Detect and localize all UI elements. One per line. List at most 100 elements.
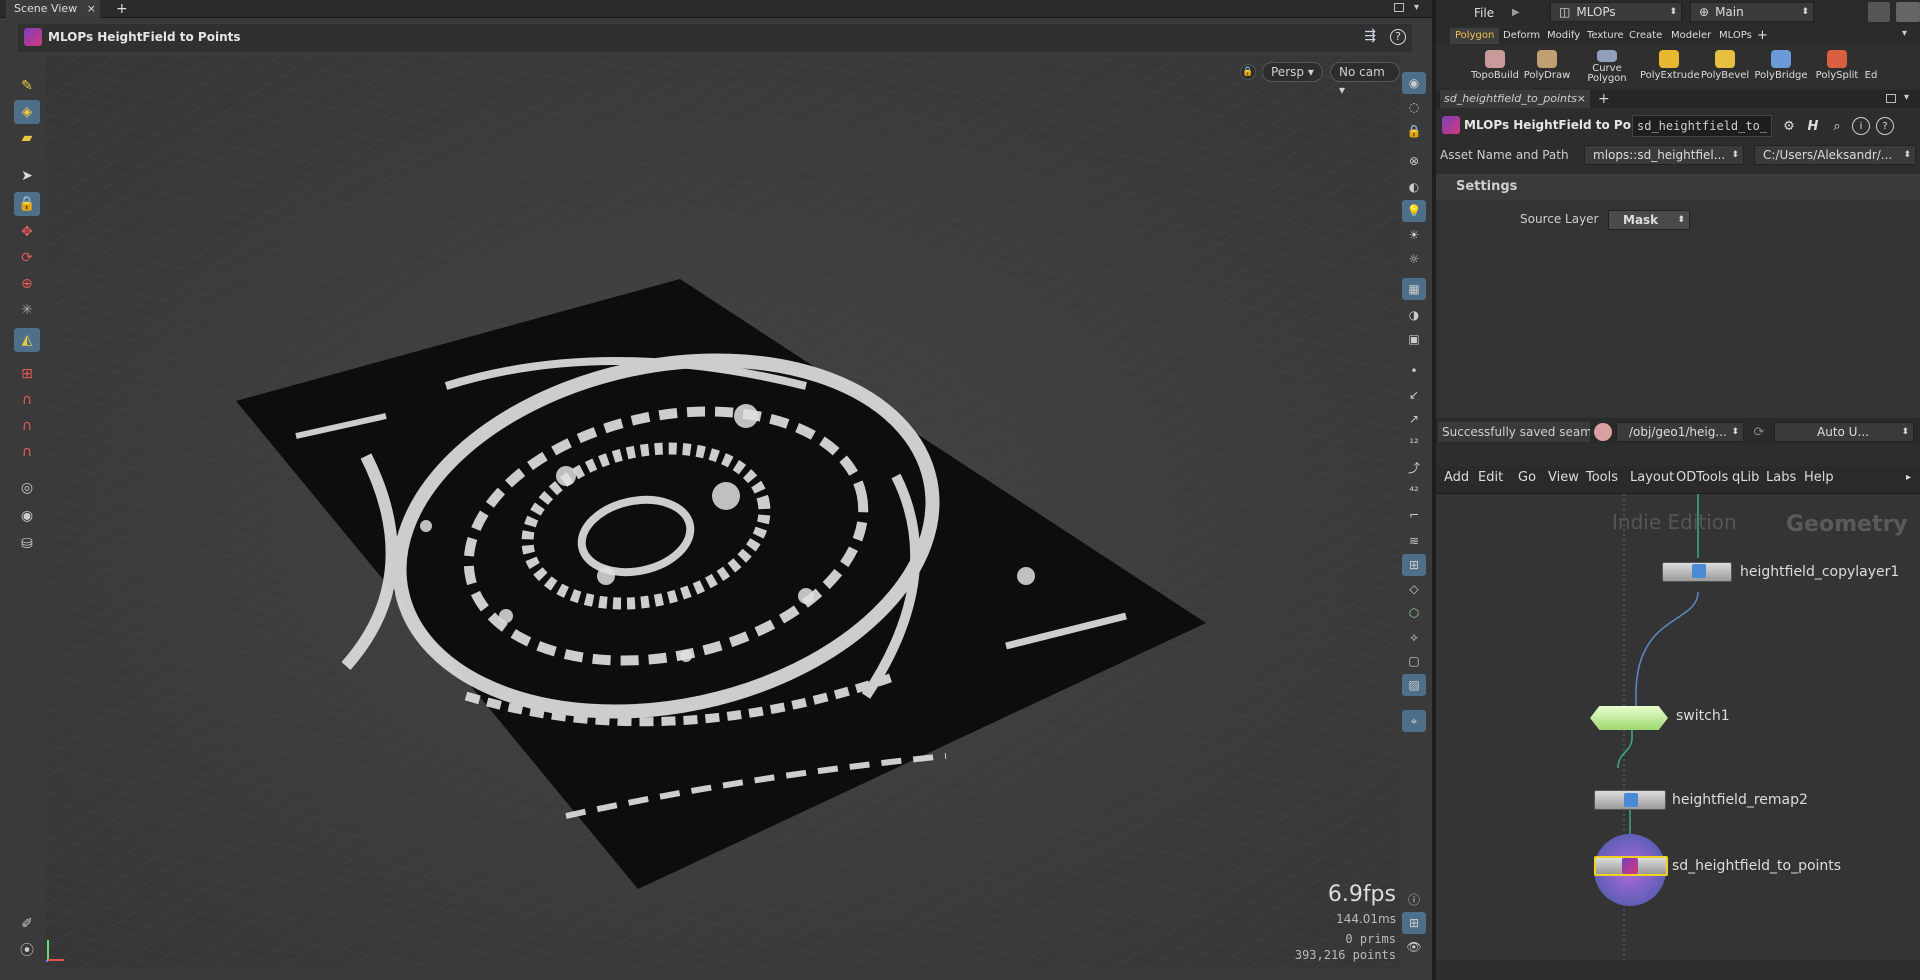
ambient-icon[interactable]: ☼: [1402, 248, 1426, 270]
persp-dropdown[interactable]: Persp ▾: [1262, 62, 1323, 82]
snap-grid-icon[interactable]: ⊞: [14, 362, 40, 386]
shelf-tab-create[interactable]: Create: [1624, 28, 1667, 44]
shelf-tool-curve-polygon[interactable]: Curve Polygon: [1578, 46, 1636, 84]
guide-icon[interactable]: ⬡: [1402, 602, 1426, 624]
chevron-down-icon[interactable]: ▾: [1902, 28, 1907, 39]
shelf-tool-polybridge[interactable]: PolyBridge: [1752, 46, 1810, 81]
pivot-icon[interactable]: ⟡: [1402, 626, 1426, 648]
context-dropdown[interactable]: ⊕ Main ⬍: [1690, 2, 1814, 22]
shelf-add-tab[interactable]: +: [1752, 28, 1773, 44]
menu-view[interactable]: View: [1548, 466, 1579, 490]
menu-qlib[interactable]: qLib: [1732, 466, 1759, 490]
source-layer-dropdown[interactable]: Mask ⬍: [1608, 210, 1690, 230]
lock-view-icon[interactable]: 🔒: [1402, 120, 1426, 142]
refresh-icon[interactable]: ⟳: [1750, 423, 1768, 441]
scale-icon[interactable]: ⊕: [14, 272, 40, 296]
vector-display-icon[interactable]: ↗: [1402, 408, 1426, 430]
render-icon[interactable]: ▣: [1402, 328, 1426, 350]
shelf-tool-polyextrude[interactable]: PolyExtrude: [1640, 46, 1700, 81]
flipbook-icon[interactable]: ⛁: [14, 532, 40, 556]
headlight-icon[interactable]: ☀: [1402, 224, 1426, 246]
add-tab-icon[interactable]: +: [1598, 90, 1610, 108]
menu-edit[interactable]: Edit: [1478, 466, 1503, 490]
normal-display-icon[interactable]: ↙: [1402, 384, 1426, 406]
light-icon[interactable]: 💡: [1402, 200, 1426, 222]
textures-icon[interactable]: ▦: [1402, 278, 1426, 300]
node-name-input[interactable]: sd_heightfield_to_: [1632, 115, 1772, 137]
close-icon[interactable]: ×: [87, 0, 96, 18]
visibility-icon[interactable]: ◉: [1402, 72, 1426, 94]
network-editor[interactable]: Indie Edition Geometry heightfield_copyl…: [1436, 494, 1920, 960]
lock-select-icon[interactable]: 🔒: [14, 192, 40, 216]
reflect-icon[interactable]: ◑: [1402, 304, 1426, 326]
add-tab-icon[interactable]: +: [108, 0, 136, 18]
close-icon[interactable]: ×: [1577, 90, 1586, 108]
3d-viewport[interactable]: 🔒 Persp ▾ No cam ▾ 6.9fps 144.01ms 0 pri…: [46, 56, 1400, 968]
handle-icon[interactable]: ✳: [14, 298, 40, 322]
chevron-down-icon[interactable]: ▾: [1414, 2, 1419, 13]
chevron-down-icon[interactable]: ▾: [1904, 92, 1909, 103]
search-icon[interactable]: ⌕: [1828, 117, 1846, 135]
user-icon[interactable]: [1896, 2, 1920, 22]
display-options-icon[interactable]: ⇶: [1364, 28, 1376, 44]
menu-odtools[interactable]: ODTools: [1676, 466, 1728, 490]
menu-layout[interactable]: Layout: [1630, 466, 1674, 490]
asset-name-dropdown[interactable]: mlops::sd_heightfiel... ⬍: [1584, 145, 1744, 165]
wireframe-icon[interactable]: ◇: [1402, 578, 1426, 600]
help-icon[interactable]: ?: [1390, 29, 1406, 45]
snap-curve-icon[interactable]: ∩: [14, 388, 40, 412]
close-view-icon[interactable]: ⊗: [1402, 150, 1426, 172]
houdini-help-icon[interactable]: H: [1804, 117, 1822, 135]
clapper-icon[interactable]: [1868, 2, 1890, 22]
prim-normals-icon[interactable]: ⤴: [1402, 456, 1426, 478]
uv-icon[interactable]: ⌐: [1402, 504, 1426, 526]
pen-icon[interactable]: ✐: [14, 912, 40, 936]
auto-update-dropdown[interactable]: Auto U... ⬍: [1774, 422, 1914, 442]
shelf-tool-polybevel[interactable]: PolyBevel: [1696, 46, 1754, 81]
shelf-tool-edit[interactable]: Ed: [1856, 46, 1886, 81]
help-icon[interactable]: ?: [1876, 117, 1894, 135]
menu-add[interactable]: Add: [1444, 466, 1469, 490]
shelf-tab-texture[interactable]: Texture: [1582, 28, 1629, 44]
node-switch1[interactable]: [1590, 706, 1668, 730]
select-arrow-icon[interactable]: ➤: [14, 164, 40, 188]
maximize-icon[interactable]: [1886, 94, 1896, 103]
point-display-icon[interactable]: •: [1402, 360, 1426, 382]
lock-icon[interactable]: 🔒: [1240, 64, 1256, 80]
background-icon[interactable]: ▢: [1402, 650, 1426, 672]
menu-help[interactable]: Help: [1804, 466, 1834, 490]
shelf-tool-polydraw[interactable]: PolyDraw: [1518, 46, 1576, 81]
camera-icon[interactable]: ◉: [14, 504, 40, 528]
shelf-tab-polygon[interactable]: Polygon: [1450, 28, 1500, 44]
info-icon[interactable]: ⓘ: [1402, 888, 1426, 910]
maximize-icon[interactable]: [1394, 3, 1404, 12]
file-menu[interactable]: File: [1474, 3, 1494, 23]
grid-display-icon[interactable]: ⊞: [1402, 554, 1426, 576]
camera-dropdown[interactable]: No cam ▾: [1330, 62, 1400, 97]
eye-icon[interactable]: 👁: [1402, 936, 1426, 958]
background-image-icon[interactable]: ▨: [1402, 674, 1426, 696]
brain-icon[interactable]: [1594, 423, 1612, 441]
menu-labs[interactable]: Labs: [1766, 466, 1796, 490]
snapshot-icon[interactable]: ⌖: [1402, 710, 1426, 732]
transform-icon[interactable]: ✥: [14, 220, 40, 244]
rotate-icon[interactable]: ⟳: [14, 246, 40, 270]
shelf-tab-modeler[interactable]: Modeler: [1666, 28, 1716, 44]
shelf-tool-topobuild[interactable]: TopoBuild: [1466, 46, 1524, 81]
snap-point-icon[interactable]: ∩: [14, 414, 40, 438]
tab-scene-view[interactable]: Scene View ×: [6, 0, 100, 18]
move-pose-icon[interactable]: ◈: [14, 100, 40, 124]
select-brush-icon[interactable]: ✎: [14, 74, 40, 98]
render-region-icon[interactable]: ◎: [14, 476, 40, 500]
shading-icon[interactable]: ◐: [1402, 176, 1426, 198]
point-numbers-icon[interactable]: ¹²: [1402, 432, 1426, 454]
tab-param[interactable]: sd_heightfield_to_points ×: [1440, 90, 1590, 108]
path-dropdown[interactable]: /obj/geo1/heig... ⬍: [1616, 422, 1744, 442]
layout-icon[interactable]: ⊞: [1402, 912, 1426, 934]
asset-path-dropdown[interactable]: C:/Users/Aleksandr/... ⬍: [1754, 145, 1916, 165]
desktop-dropdown[interactable]: ◫ MLOPs ⬍: [1550, 2, 1682, 22]
settings-tab[interactable]: Settings: [1436, 174, 1920, 200]
chevron-right-icon[interactable]: ▸: [1906, 466, 1911, 490]
ghost-icon[interactable]: ◌: [1402, 96, 1426, 118]
shelf-tab-mlops[interactable]: MLOPs: [1714, 28, 1757, 44]
